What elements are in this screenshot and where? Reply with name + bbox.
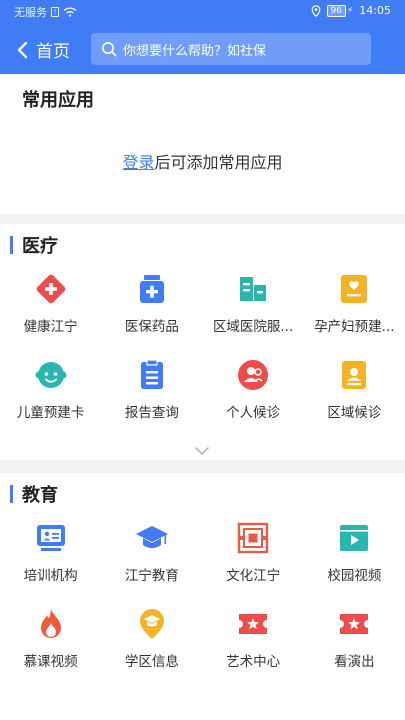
wifi-icon [63, 7, 77, 17]
medical-item-medicine[interactable]: 医保药品 [101, 272, 202, 358]
carrier-text: 无服务 [14, 6, 47, 19]
status-bar: 无服务 ! 96 ⚡ 14:05 [0, 0, 405, 24]
school-pin-icon [135, 607, 169, 641]
battery-indicator: 96 ⚡ [326, 4, 354, 17]
location-icon [311, 4, 320, 17]
medical-item-label: 区域候诊 [327, 405, 382, 421]
education-item-label: 学区信息 [124, 654, 179, 670]
education-header: 教育 [0, 483, 58, 506]
education-item-jiangning-edu[interactable]: 江宁教育 [101, 521, 202, 607]
back-button[interactable]: 首页 [16, 37, 70, 62]
education-item-label: 培训机构 [23, 568, 78, 584]
login-link[interactable]: 登录 [122, 153, 154, 172]
login-prompt: 登录后可添加常用应用 [0, 149, 405, 173]
education-item-label: 校园视频 [327, 568, 382, 584]
education-item-label: 文化江宁 [226, 568, 281, 584]
nav-bar: 首页 你想要什么帮助？如社保 [0, 24, 405, 74]
status-right: 96 ⚡ 14:05 [311, 4, 391, 17]
favorites-title: 常用应用 [22, 90, 94, 111]
medical-item-label: 区域医院服... [212, 319, 294, 335]
education-item-culture[interactable]: 文化江宁 [203, 521, 304, 607]
person-wait-icon [236, 358, 270, 392]
login-suffix: 后可添加常用应用 [154, 153, 283, 172]
search-input[interactable]: 你想要什么帮助？如社保 [91, 33, 371, 65]
report-icon [135, 358, 169, 392]
medical-item-label: 个人候诊 [226, 405, 281, 421]
graduation-cap-icon [135, 521, 169, 555]
show-ticket-icon [337, 607, 371, 641]
chevron-left-icon [17, 41, 28, 58]
medical-item-hospital[interactable]: 区域医院服... [203, 272, 304, 358]
back-label: 首页 [36, 42, 70, 62]
education-item-training[interactable]: 培训机构 [0, 521, 101, 607]
section-accent-bar [10, 236, 13, 254]
medical-item-label: 报告查询 [124, 405, 179, 421]
clock-text: 14:05 [359, 4, 391, 17]
education-item-art-center[interactable]: 艺术中心 [203, 607, 304, 693]
search-icon [102, 42, 117, 57]
medical-grid: 健康江宁 医保药品 区域医院服... 孕产妇预建... 儿童预建卡 报告查询 个… [0, 272, 405, 444]
favorites-card: 常用应用 登录后可添加常用应用 [0, 74, 405, 214]
flame-icon [34, 607, 68, 641]
maternal-card-icon [337, 272, 371, 306]
charging-icon: ⚡ [346, 5, 354, 16]
medical-item-child[interactable]: 儿童预建卡 [0, 358, 101, 444]
education-grid: 培训机构 江宁教育 文化江宁 校园视频 慕课视频 学区信息 艺术中心 看演出 [0, 521, 405, 693]
art-ticket-icon [236, 607, 270, 641]
section-accent-bar [10, 485, 13, 503]
hospital-icon [236, 272, 270, 306]
chevron-down-icon[interactable] [194, 446, 210, 456]
medical-title: 医疗 [22, 236, 58, 257]
education-item-campus-video[interactable]: 校园视频 [304, 521, 405, 607]
medical-item-report[interactable]: 报告查询 [101, 358, 202, 444]
medical-header: 医疗 [0, 234, 58, 257]
medical-item-label: 儿童预建卡 [16, 405, 85, 421]
sim-icon: ! [51, 7, 59, 17]
training-screen-icon [34, 521, 68, 555]
medical-section: 医疗 健康江宁 医保药品 区域医院服... 孕产妇预建... 儿童预建卡 报告查… [0, 224, 405, 460]
medical-item-label: 孕产妇预建... [314, 319, 395, 335]
medical-item-label: 健康江宁 [23, 319, 78, 335]
education-item-label: 看演出 [334, 654, 375, 670]
education-item-school-district[interactable]: 学区信息 [101, 607, 202, 693]
education-title: 教育 [22, 485, 58, 506]
region-wait-icon [337, 358, 371, 392]
battery-level: 96 [326, 4, 346, 17]
medical-item-label: 医保药品 [124, 319, 179, 335]
education-item-mooc[interactable]: 慕课视频 [0, 607, 101, 693]
video-play-icon [337, 521, 371, 555]
medical-item-personal-wait[interactable]: 个人候诊 [203, 358, 304, 444]
health-cross-icon [34, 272, 68, 306]
child-face-icon [34, 358, 68, 392]
status-left: 无服务 ! [14, 4, 77, 20]
search-placeholder: 你想要什么帮助？如社保 [123, 43, 267, 59]
education-item-label: 江宁教育 [124, 568, 179, 584]
medical-item-region-wait[interactable]: 区域候诊 [304, 358, 405, 444]
medical-item-health[interactable]: 健康江宁 [0, 272, 101, 358]
medical-item-maternal[interactable]: 孕产妇预建... [304, 272, 405, 358]
education-item-label: 慕课视频 [23, 654, 78, 670]
education-item-label: 艺术中心 [226, 654, 281, 670]
education-item-show[interactable]: 看演出 [304, 607, 405, 693]
education-section: 教育 培训机构 江宁教育 文化江宁 校园视频 慕课视频 学区信息 艺术中心 看演… [0, 473, 405, 720]
culture-pattern-icon [236, 521, 270, 555]
medicine-box-icon [135, 272, 169, 306]
